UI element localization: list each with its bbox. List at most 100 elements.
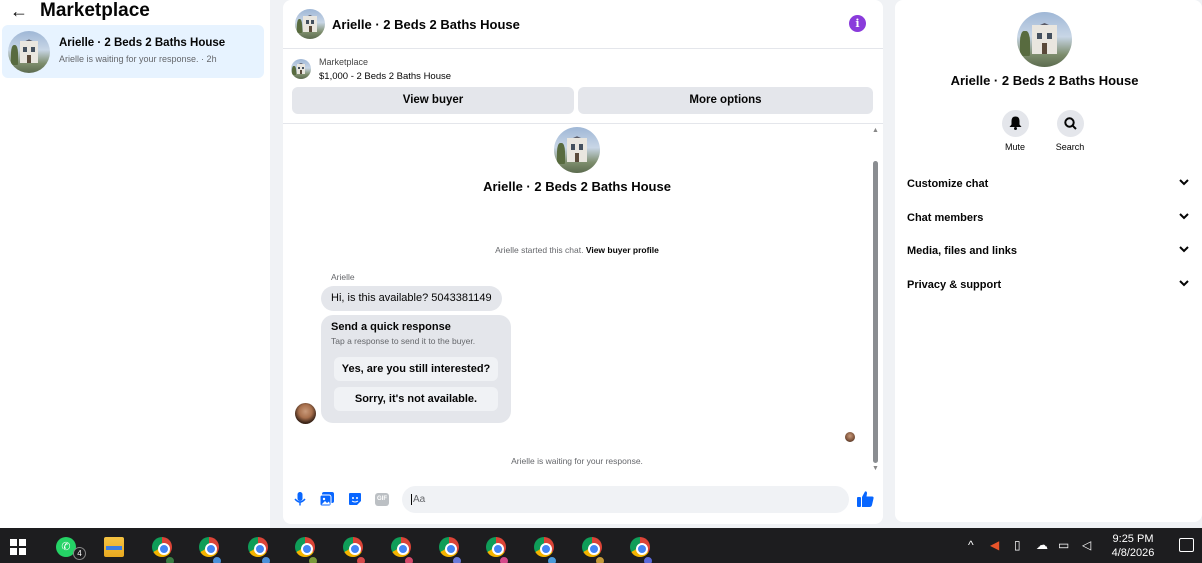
windows-taskbar: ✆ ^ ◀ ▯ ☁ ▭ ◁ 9:25 PM 4/8/2026 [0, 528, 1202, 563]
chrome-profile-badge-icon [165, 556, 175, 563]
customize-chat-section[interactable]: Customize chat [907, 174, 1189, 194]
info-icon[interactable]: i [849, 15, 866, 32]
chevron-down-icon[interactable] [1179, 174, 1189, 194]
chrome-window-icon[interactable] [152, 537, 175, 563]
thumbs-up-icon[interactable] [857, 491, 874, 511]
chat-started-text: Arielle started this chat. [495, 245, 584, 255]
scroll-up-arrow-icon[interactable]: ▲ [872, 127, 879, 134]
notification-icon[interactable] [1179, 538, 1194, 552]
chrome-profile-badge-icon [547, 556, 557, 563]
listing-thumbnail[interactable] [291, 59, 311, 79]
chat-panel: Arielle · 2 Beds 2 Baths House i Marketp… [283, 0, 883, 524]
quick-response-title: Send a quick response [331, 321, 451, 333]
chrome-profile-badge-icon [404, 556, 414, 563]
system-clock[interactable]: 9:25 PM 4/8/2026 [1107, 532, 1159, 560]
message-scrollbar[interactable]: ▲ ▼ [869, 125, 883, 475]
sidebar-title: Marketplace [40, 0, 150, 21]
chrome-window-icon[interactable] [439, 537, 462, 563]
speaker-mute-alert-icon[interactable]: ◀ [990, 538, 999, 552]
search-label: Search [1055, 142, 1085, 152]
chat-header-name[interactable]: Arielle · 2 Beds 2 Baths House [332, 17, 520, 32]
chat-profile-avatar[interactable] [554, 127, 600, 173]
chrome-profile-badge-icon [356, 556, 366, 563]
view-buyer-button[interactable]: View buyer [292, 87, 574, 114]
listing-banner: Marketplace $1,000 - 2 Beds 2 Baths Hous… [283, 50, 883, 124]
photo-icon[interactable] [319, 492, 334, 507]
search-icon[interactable] [1056, 110, 1084, 137]
quick-response-card: Send a quick response Tap a response to … [321, 315, 511, 423]
mute-action[interactable]: Mute [990, 110, 1040, 152]
chrome-window-icon[interactable] [199, 537, 222, 563]
chat-profile-name: Arielle · 2 Beds 2 Baths House [483, 179, 671, 194]
conversation-avatar [8, 31, 50, 73]
chrome-window-icon[interactable] [486, 537, 509, 563]
media-files-links-section[interactable]: Media, files and links [907, 241, 1189, 261]
view-buyer-profile-link[interactable]: View buyer profile [586, 245, 659, 255]
clock-date: 4/8/2026 [1111, 547, 1155, 559]
privacy-support-section[interactable]: Privacy & support [907, 275, 1189, 295]
more-options-button[interactable]: More options [578, 87, 873, 114]
chrome-profile-badge-icon [212, 556, 222, 563]
sticker-icon[interactable] [347, 492, 362, 507]
chrome-window-icon[interactable] [582, 537, 605, 563]
chrome-window-icon[interactable] [534, 537, 557, 563]
section-label: Privacy & support [907, 279, 1002, 291]
file-explorer-icon[interactable] [104, 537, 124, 557]
chrome-profile-badge-icon [261, 556, 271, 563]
chat-started-notice: Arielle started this chat. View buyer pr… [283, 245, 871, 255]
listing-label: Marketplace [319, 57, 369, 67]
chevron-down-icon[interactable] [1179, 275, 1189, 295]
search-action[interactable]: Search [1045, 110, 1095, 152]
device-icon[interactable]: ▯ [1014, 538, 1021, 552]
scrollbar-thumb[interactable] [873, 161, 878, 463]
chrome-window-icon[interactable] [630, 537, 653, 563]
sender-avatar [295, 403, 316, 424]
chrome-window-icon[interactable] [248, 537, 271, 563]
back-arrow-icon[interactable]: ← [10, 2, 28, 20]
message-bubble[interactable]: Hi, is this available? 5043381149 [321, 286, 502, 311]
message-composer: GIF Aa ☺ [283, 485, 883, 515]
quick-response-yes-button[interactable]: Yes, are you still interested? [334, 357, 498, 381]
conversation-sidebar: ← Marketplace Arielle · 2 Beds 2 Baths H… [0, 0, 270, 528]
details-name: Arielle · 2 Beds 2 Baths House [950, 73, 1139, 88]
chat-header-avatar[interactable] [295, 9, 325, 39]
message-sender: Arielle [331, 272, 355, 282]
gif-icon[interactable]: GIF [375, 493, 389, 506]
sidebar-header: ← Marketplace [10, 0, 150, 22]
conversation-subtitle: Arielle is waiting for your response. · … [59, 54, 217, 64]
chevron-down-icon[interactable] [1179, 241, 1189, 261]
chrome-profile-badge-icon [595, 556, 605, 563]
chrome-window-icon[interactable] [295, 537, 318, 563]
message-area: Arielle · 2 Beds 2 Baths House Arielle s… [283, 125, 871, 477]
chrome-profile-badge-icon [499, 556, 509, 563]
chrome-window-icon[interactable] [391, 537, 414, 563]
network-icon[interactable]: ▭ [1058, 538, 1069, 552]
chrome-profile-badge-icon [643, 556, 653, 563]
chat-details-panel: Arielle · 2 Beds 2 Baths House Mute Sear… [895, 0, 1202, 522]
listing-price[interactable]: $1,000 - 2 Beds 2 Baths House [319, 71, 451, 82]
scroll-down-arrow-icon[interactable]: ▼ [872, 465, 879, 472]
details-avatar[interactable] [1017, 12, 1072, 67]
bell-icon[interactable] [1001, 110, 1029, 137]
volume-icon[interactable]: ◁ [1082, 538, 1091, 552]
chat-members-section[interactable]: Chat members [907, 208, 1189, 228]
message-input[interactable]: Aa ☺ [402, 486, 849, 513]
conversation-item[interactable]: Arielle · 2 Beds 2 Baths House Arielle i… [2, 25, 264, 78]
quick-response-sorry-button[interactable]: Sorry, it's not available. [334, 387, 498, 411]
tray-expand-icon[interactable]: ^ [968, 538, 974, 552]
chrome-profile-badge-icon [452, 556, 462, 563]
chat-header: Arielle · 2 Beds 2 Baths House i [283, 0, 883, 49]
clock-time: 9:25 PM [1112, 533, 1154, 545]
conversation-name: Arielle · 2 Beds 2 Baths House [59, 37, 226, 49]
chrome-profile-badge-icon [308, 556, 318, 563]
microphone-icon[interactable] [292, 492, 307, 507]
cloud-icon[interactable]: ☁ [1036, 538, 1048, 552]
chevron-down-icon[interactable] [1179, 208, 1189, 228]
chrome-window-icon[interactable] [343, 537, 366, 563]
section-label: Customize chat [907, 178, 989, 190]
read-receipt-avatar [845, 432, 855, 442]
windows-start-icon[interactable] [10, 539, 26, 555]
whatsapp-badge: 4 [73, 547, 86, 560]
message-input-placeholder: Aa [411, 494, 426, 505]
waiting-notice: Arielle is waiting for your response. [511, 456, 643, 466]
